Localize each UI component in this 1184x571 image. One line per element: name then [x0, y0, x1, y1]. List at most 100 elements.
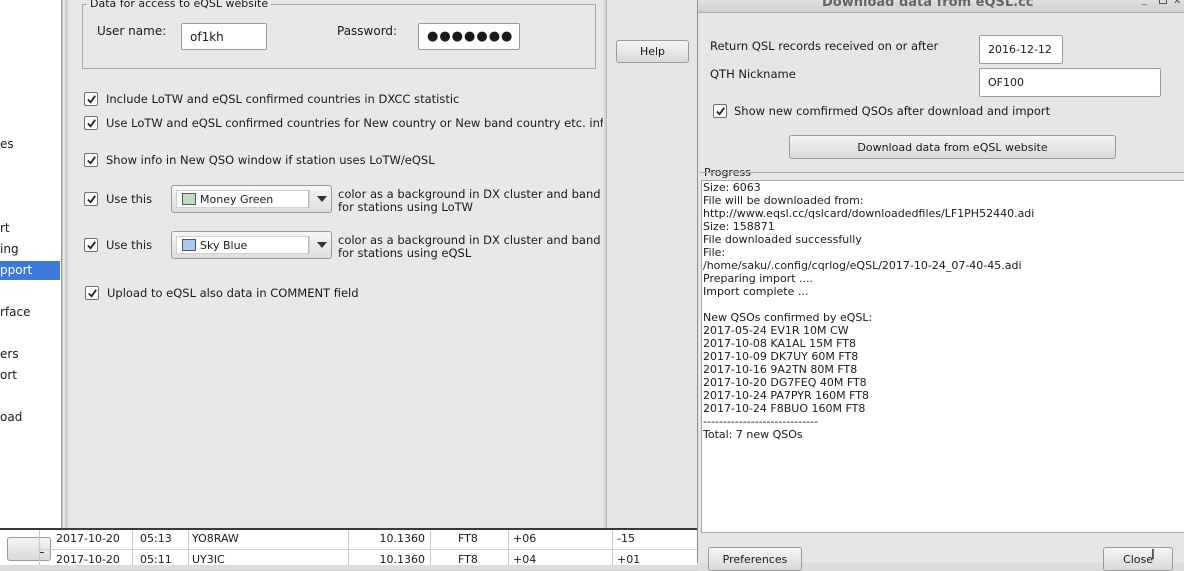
progress-log-line: Total: 7 new QSOs — [703, 428, 803, 441]
grid-cell-rst_r[interactable]: +01 — [617, 553, 640, 566]
eqsl-download-dialog: Download data from eQSL.cc _ ✕ Return QS… — [697, 0, 1184, 571]
return-date-input[interactable]: 2016-12-12 — [979, 35, 1063, 64]
nav-item-label: rface — [0, 305, 31, 319]
nav-item-label: oad — [0, 410, 23, 424]
lotw-color-desc: color as a background in DX cluster and … — [338, 187, 604, 201]
help-button[interactable]: Help — [616, 40, 689, 63]
grid-cell-call[interactable]: UY3IC — [192, 553, 225, 566]
upload-comment-checkbox[interactable] — [85, 286, 99, 300]
dialog-titlebar[interactable]: Download data from eQSL.cc _ ✕ — [698, 0, 1184, 13]
eqsl-color-select[interactable]: Sky Blue — [171, 231, 332, 259]
progress-log-line: Size: 6063 — [703, 181, 761, 194]
show-new-qsos-label: Show new comfirmed QSOs after download a… — [734, 104, 1051, 118]
eqsl-color-name: Sky Blue — [200, 238, 248, 252]
grid-column-divider — [612, 530, 613, 565]
options-nav-list: es rt ing pport rface ers ort oad — [0, 0, 62, 528]
progress-log-line: File downloaded successfully — [703, 233, 862, 246]
lotw-color-name: Money Green — [200, 192, 274, 206]
chevron-down-icon[interactable] — [317, 196, 327, 202]
close-button[interactable]: Close — [1103, 547, 1173, 571]
qth-nickname-input[interactable]: OF100 — [979, 68, 1161, 97]
grid-cell-date[interactable]: 2017-10-20 — [56, 532, 120, 545]
grid-cell-rst_s[interactable]: +04 — [513, 553, 536, 566]
show-new-qsos-checkbox[interactable] — [713, 104, 727, 118]
nav-item[interactable]: oad — [0, 408, 60, 427]
grid-column-divider — [430, 530, 431, 565]
nav-item-label: rt — [0, 221, 10, 235]
eqsl-color-swatch — [182, 239, 196, 251]
close-icon[interactable]: ✕ — [1173, 0, 1181, 7]
lotw-color-value: Money Green — [176, 190, 310, 208]
grid-cell-mode[interactable]: FT8 — [458, 532, 478, 545]
grid-cell-time[interactable]: 05:11 — [140, 553, 172, 566]
password-input[interactable]: ●●●●●●● — [418, 23, 520, 50]
progress-log[interactable]: Size: 6063 File will be downloaded from: h… — [701, 180, 1184, 533]
grid-cell-rst_r[interactable]: -15 — [617, 532, 635, 545]
upload-comment-label: Upload to eQSL also data in COMMENT fiel… — [107, 286, 359, 300]
return-date-label: Return QSL records received on or after — [710, 39, 939, 53]
progress-group-line — [700, 172, 1184, 173]
lotw-color-checkbox[interactable] — [84, 192, 98, 206]
minimize-icon[interactable]: _ — [1142, 0, 1147, 6]
grid-cell-time[interactable]: 05:13 — [140, 532, 172, 545]
lotw-color-desc-2: for stations using LoTW — [338, 200, 474, 214]
qso-grid[interactable]: L 2017-10-2005:13YO8RAW10.1360FT8+06-152… — [0, 528, 697, 571]
grid-cell-date[interactable]: 2017-10-20 — [56, 553, 120, 566]
maximize-icon[interactable] — [1159, 0, 1167, 4]
dxcc-statistic-checkbox[interactable] — [84, 92, 98, 106]
progress-log-line: http://www.eqsl.cc/qslcard/downloadedfil… — [703, 207, 1035, 220]
nav-item[interactable]: ing — [0, 240, 60, 259]
eqsl-use-this-label: Use this — [106, 238, 153, 252]
nav-item-label: ort — [0, 368, 17, 382]
username-input[interactable]: of1kh — [181, 23, 267, 50]
password-label: Password: — [337, 24, 398, 38]
eqsl-color-desc: color as a background in DX cluster and … — [338, 233, 604, 247]
grid-column-divider — [508, 530, 509, 565]
grid-column-divider — [132, 530, 133, 565]
progress-log-line: File: — [703, 246, 726, 259]
combo-separator — [308, 236, 309, 254]
lotw-use-this-label: Use this — [106, 192, 153, 206]
grid-cell-freq[interactable]: 10.1360 — [345, 553, 426, 566]
grid-cell-freq[interactable]: 10.1360 — [345, 532, 426, 545]
new-country-checkbox[interactable] — [84, 116, 98, 130]
download-eqsl-button[interactable]: Download data from eQSL website — [789, 135, 1116, 159]
qth-nickname-label: QTH Nickname — [710, 67, 796, 81]
grid-cell-call[interactable]: YO8RAW — [192, 532, 239, 545]
username-label: User name: — [97, 24, 167, 38]
combo-separator — [308, 190, 309, 208]
nav-item[interactable]: ort — [0, 366, 60, 385]
nav-item[interactable]: pport — [0, 261, 60, 280]
progress-log-line: ----------------------------- — [703, 415, 819, 428]
options-panel: Data for access to eQSL website User nam… — [62, 0, 697, 528]
progress-log-line: Preparing import .... — [703, 272, 814, 285]
grid-cell-mode[interactable]: FT8 — [458, 553, 478, 566]
progress-log-line: 2017-10-16 9A2TN 80M FT8 — [703, 363, 858, 376]
preferences-button[interactable]: Preferences — [708, 547, 802, 571]
chevron-down-icon[interactable] — [317, 242, 327, 248]
progress-log-line: 2017-10-24 PA7PYR 160M FT8 — [703, 389, 869, 402]
nav-item-label: pport — [0, 263, 33, 277]
new-country-label: Use LoTW and eQSL confirmed countries fo… — [106, 116, 603, 130]
lotw-color-select[interactable]: Money Green — [171, 185, 332, 213]
progress-log-line: 2017-10-24 F8BUO 160M FT8 — [703, 402, 866, 415]
eqsl-access-legend: Data for access to eQSL website — [87, 0, 272, 10]
progress-log-line: 2017-10-09 DK7UY 60M FT8 — [703, 350, 859, 363]
progress-log-line: 2017-10-20 DG7FEQ 40M FT8 — [703, 376, 867, 389]
nav-item[interactable]: es — [0, 135, 60, 154]
nav-item[interactable]: ers — [0, 345, 60, 364]
nav-item[interactable]: rface — [0, 303, 60, 322]
progress-log-line: 2017-10-08 KA1AL 15M FT8 — [703, 337, 856, 350]
grid-divider — [39, 530, 40, 565]
nav-item-label: es — [0, 137, 14, 151]
progress-log-line: /home/saku/.config/cqrlog/eQSL/2017-10-2… — [703, 259, 1022, 272]
show-info-checkbox[interactable] — [84, 153, 98, 167]
eqsl-color-checkbox[interactable] — [84, 238, 98, 252]
eqsl-color-value: Sky Blue — [176, 236, 310, 254]
text-cursor-icon: I — [1151, 548, 1155, 563]
grid-cell-rst_s[interactable]: +06 — [513, 532, 536, 545]
nav-item[interactable]: rt — [0, 219, 60, 238]
dialog-title: Download data from eQSL.cc — [822, 0, 1034, 10]
progress-log-line: New QSOs confirmed by eQSL: — [703, 311, 873, 324]
panel-divider — [65, 0, 68, 528]
